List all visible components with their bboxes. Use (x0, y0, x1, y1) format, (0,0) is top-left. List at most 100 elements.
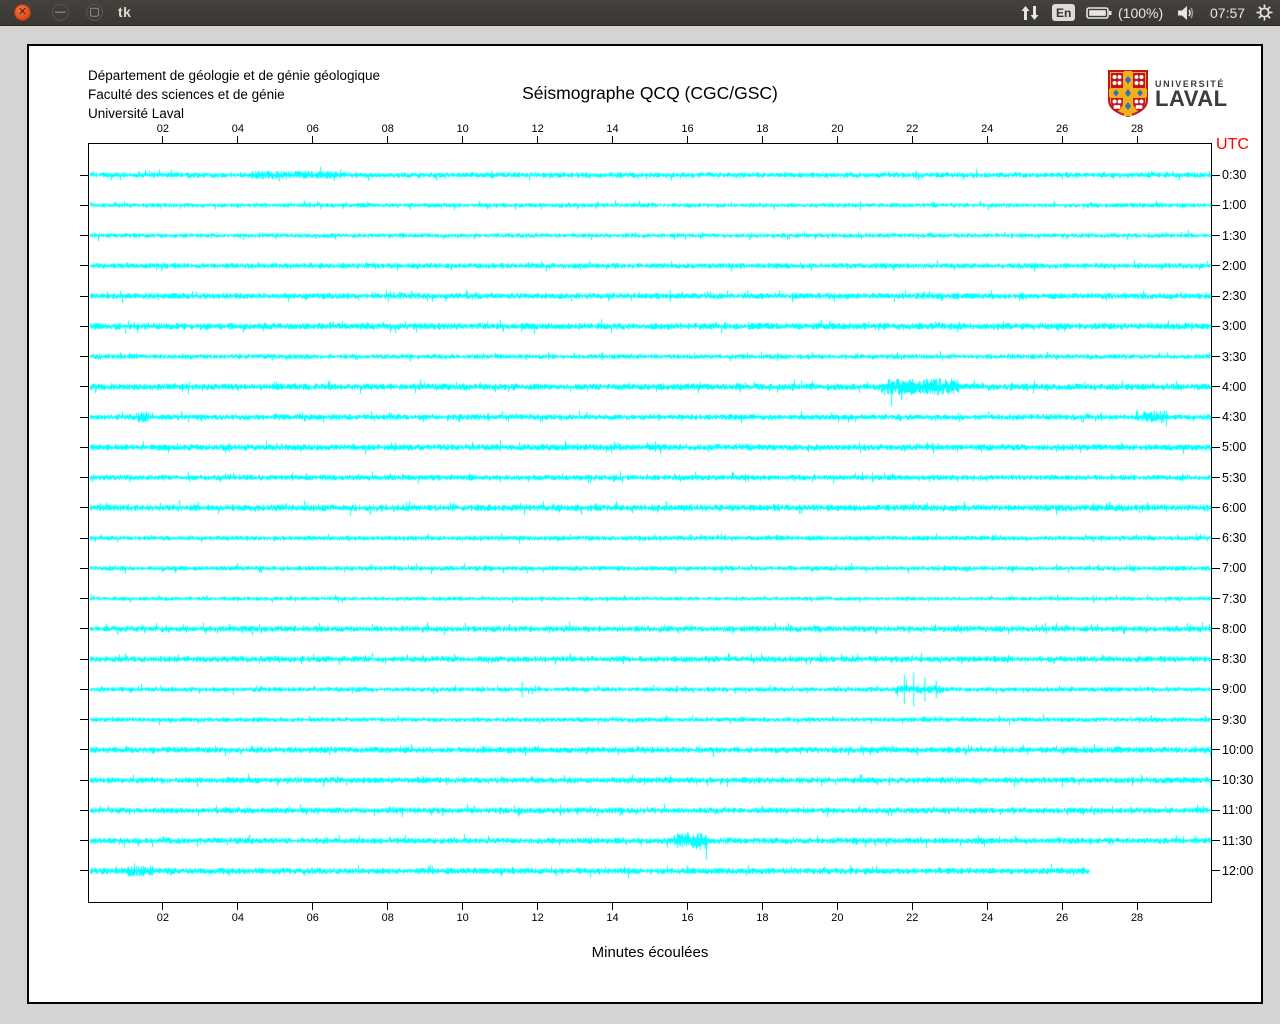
laval-shield-icon (1108, 70, 1148, 117)
trace-tick-mark (1212, 174, 1220, 176)
minimize-icon[interactable]: — (52, 4, 69, 21)
trace-tick-mark (1212, 386, 1220, 388)
x-tick-label: 06 (306, 912, 319, 924)
x-tick-mark (462, 136, 464, 143)
trace-time-label: 1:00 (1222, 198, 1247, 213)
trace-time-label: 11:30 (1222, 833, 1253, 848)
trace-tick-mark (80, 809, 88, 811)
battery-percentage[interactable]: (100%) (1118, 0, 1163, 25)
x-tick-label: 22 (906, 912, 919, 924)
trace-time-label: 10:00 (1222, 742, 1254, 757)
trace-tick-mark (80, 204, 88, 206)
x-tick-mark (1136, 136, 1138, 143)
x-tick-mark (537, 136, 539, 143)
trace-tick-mark (80, 719, 88, 721)
trace-time-label: 0:30 (1222, 168, 1247, 182)
trace-time-label: 9:00 (1222, 682, 1247, 697)
x-tick-label: 28 (1130, 912, 1144, 924)
trace-tick-mark (1212, 567, 1220, 569)
x-tick-label: 26 (1056, 123, 1069, 135)
x-tick-label: 24 (981, 123, 994, 135)
x-tick-label: 04 (231, 912, 244, 924)
trace-time-label: 5:00 (1222, 440, 1247, 455)
trace-tick-mark (1212, 265, 1220, 267)
trace-tick-mark (80, 477, 88, 479)
trace-tick-mark (1212, 446, 1220, 448)
x-tick-label: 18 (756, 123, 769, 135)
trace-tick-mark (80, 537, 88, 539)
trace-tick-mark (1212, 809, 1220, 811)
trace-time-label: 12:00 (1222, 863, 1254, 878)
trace-tick-mark (80, 749, 88, 751)
x-tick-mark (761, 136, 763, 143)
trace-tick-mark (1212, 295, 1220, 297)
x-tick-mark (911, 136, 913, 143)
x-tick-mark (686, 903, 688, 910)
x-tick-mark (237, 903, 239, 910)
trace-tick-mark (1212, 537, 1220, 539)
x-tick-mark (1061, 903, 1063, 910)
battery-icon[interactable] (1086, 0, 1112, 25)
x-tick-mark (237, 136, 239, 143)
titlebar[interactable]: ✕ — ▢ tk En (100%) 07:57 (0, 0, 1280, 26)
trace-tick-mark (1212, 628, 1220, 630)
trace-tick-mark (80, 386, 88, 388)
trace-tick-mark (80, 567, 88, 569)
x-tick-label: 06 (306, 123, 319, 135)
header-line-1: Département de géologie et de génie géol… (88, 68, 380, 83)
trace-tick-mark (1212, 840, 1220, 842)
x-tick-label: 24 (981, 912, 994, 924)
trace-tick-mark (1212, 749, 1220, 751)
trace-tick-mark (1212, 204, 1220, 206)
trace-tick-mark (80, 325, 88, 327)
trace-tick-mark (80, 688, 88, 690)
session-gear-icon[interactable] (1256, 0, 1273, 25)
x-tick-label: 04 (231, 123, 244, 135)
maximize-icon[interactable]: ▢ (86, 4, 103, 21)
x-tick-mark (986, 136, 988, 143)
trace-time-label: 11:00 (1222, 803, 1253, 818)
trace-tick-mark (80, 598, 88, 600)
universite-laval-logo: UNIVERSITÉ LAVAL (1108, 70, 1228, 117)
network-arrows-icon[interactable] (1020, 0, 1040, 25)
trace-tick-mark (80, 628, 88, 630)
x-tick-label: 16 (681, 912, 694, 924)
x-tick-label: 20 (831, 912, 844, 924)
x-tick-mark (1061, 136, 1063, 143)
x-tick-label: 18 (756, 912, 769, 924)
trace-tick-mark (80, 840, 88, 842)
x-tick-mark (761, 903, 763, 910)
trace-tick-mark (80, 174, 88, 176)
close-icon[interactable]: ✕ (14, 4, 31, 21)
x-tick-mark (836, 136, 838, 143)
x-tick-label: 16 (681, 123, 694, 135)
x-tick-mark (836, 903, 838, 910)
x-tick-label: 26 (1056, 912, 1069, 924)
trace-time-label: 6:00 (1222, 500, 1247, 515)
logo-laval-label: LAVAL (1155, 85, 1228, 111)
clock[interactable]: 07:57 (1210, 0, 1245, 25)
x-tick-label: 10 (456, 912, 469, 924)
x-tick-mark (462, 903, 464, 910)
trace-time-label: 7:30 (1222, 591, 1247, 606)
x-tick-label: 12 (531, 912, 544, 924)
x-tick-mark (686, 136, 688, 143)
trace-time-label: 2:00 (1222, 258, 1247, 273)
x-tick-mark (312, 136, 314, 143)
x-tick-label: 08 (381, 912, 394, 924)
window-title: tk (118, 4, 132, 20)
x-tick-mark (387, 903, 389, 910)
trace-tick-mark (80, 507, 88, 509)
institution-header: Département de géologie et de génie géol… (88, 66, 380, 123)
header-line-2: Faculté des sciences et de génie (88, 87, 285, 102)
trace-time-label: 8:30 (1222, 652, 1247, 667)
trace-tick-mark (80, 658, 88, 660)
x-tick-label: 22 (906, 123, 919, 135)
trace-tick-mark (80, 416, 88, 418)
keyboard-layout-indicator[interactable]: En (1052, 4, 1076, 21)
trace-tick-mark (80, 779, 88, 781)
chart-title: Séismographe QCQ (CGC/GSC) (522, 83, 778, 103)
trace-tick-mark (1212, 719, 1220, 721)
volume-icon[interactable] (1177, 0, 1197, 25)
trace-time-label: 5:30 (1222, 470, 1247, 485)
